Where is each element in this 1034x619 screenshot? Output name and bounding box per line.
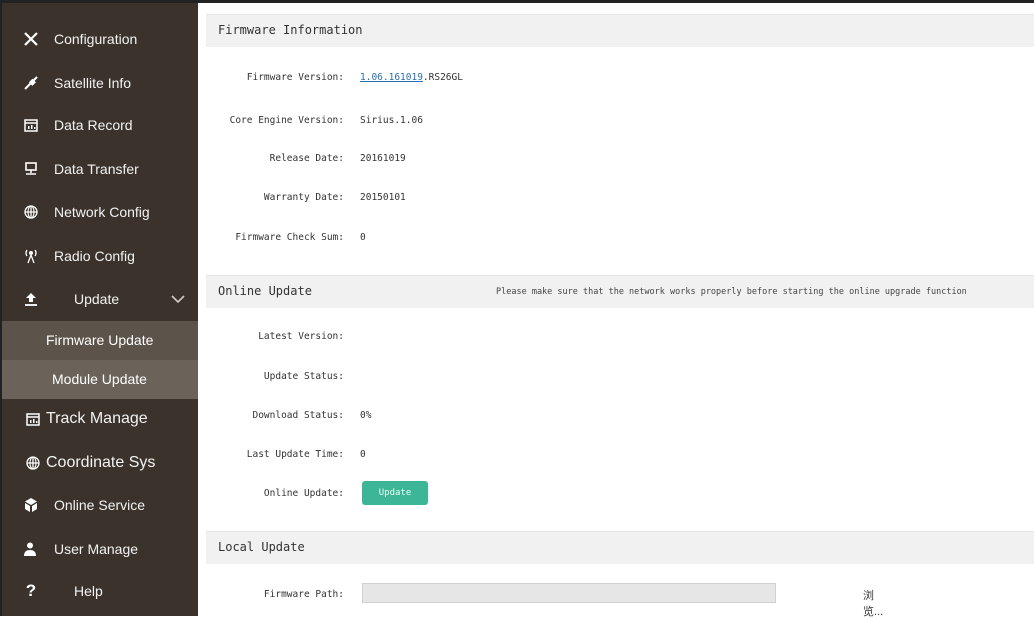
tools-icon (22, 30, 40, 48)
sidebar-item-track-manage[interactable]: Track Manage (2, 401, 198, 437)
update-row-last-update-time: Last Update Time: 0 (198, 445, 1034, 465)
cube-icon (22, 496, 40, 514)
update-submenu: Firmware Update Module Update (2, 321, 198, 399)
field-label: Firmware Version: (246, 72, 344, 83)
sidebar-item-label: Update (74, 291, 120, 307)
firmware-version-suffix: .RS26GL (422, 72, 463, 83)
info-row-check-sum: Firmware Check Sum: 0 (198, 228, 1034, 248)
field-label: Firmware Check Sum: (235, 232, 344, 243)
update-row-download-status: Download Status: 0% (198, 406, 1034, 426)
sidebar-item-user-manage[interactable]: User Manage (2, 531, 198, 567)
sidebar: Configuration Satellite Info Data Record… (2, 3, 198, 616)
submenu-item-firmware-update[interactable]: Firmware Update (2, 321, 198, 360)
info-row-warranty-date: Warranty Date: 20150101 (198, 188, 1034, 208)
field-value: 0% (360, 410, 372, 421)
sidebar-item-label: Data Transfer (54, 161, 139, 177)
update-row-latest-version: Latest Version: (198, 327, 1034, 347)
calendar-chart-icon (24, 410, 42, 428)
sidebar-item-label: Help (74, 583, 103, 599)
sidebar-item-update[interactable]: Update (2, 281, 198, 317)
local-update-header: Local Update (206, 531, 1034, 564)
sidebar-item-network-config[interactable]: Network Config (2, 194, 198, 230)
submenu-item-label: Firmware Update (46, 332, 154, 348)
online-update-header: Online Update Please make sure that the … (206, 275, 1034, 308)
sidebar-item-data-transfer[interactable]: Data Transfer (2, 151, 198, 187)
field-value: 1.06.161019.RS26GL (360, 72, 463, 83)
sidebar-item-configuration[interactable]: Configuration (2, 21, 198, 57)
field-label: Firmware Path: (263, 589, 344, 600)
sidebar-item-online-service[interactable]: Online Service (2, 487, 198, 523)
network-warning-note: Please make sure that the network works … (496, 287, 967, 297)
radio-tower-icon (22, 247, 40, 265)
field-value: 0 (360, 449, 366, 460)
network-monitor-icon (22, 160, 40, 178)
user-icon (22, 540, 40, 558)
update-row-update-status: Update Status: (198, 367, 1034, 387)
browse-button[interactable]: 浏览... (863, 587, 883, 619)
field-label: Core Engine Version: (229, 115, 344, 126)
update-row-online-update: Online Update: (198, 484, 1034, 504)
info-row-release-date: Release Date: 20161019 (198, 149, 1034, 169)
submenu-item-module-update[interactable]: Module Update (2, 360, 198, 399)
question-icon: ? (25, 581, 37, 600)
sidebar-item-label: Satellite Info (54, 75, 132, 91)
field-value: Sirius.1.06 (360, 115, 423, 126)
sidebar-item-data-record[interactable]: Data Record (2, 107, 198, 143)
field-value: 0 (360, 232, 366, 243)
info-row-firmware-version: Firmware Version: 1.06.161019.RS26GL (198, 68, 1034, 88)
calendar-chart-icon (22, 116, 40, 134)
section-title: Online Update (218, 284, 312, 298)
sidebar-item-label: Coordinate Sys (46, 454, 156, 471)
chevron-down-icon (170, 291, 186, 310)
sidebar-item-label: User Manage (54, 541, 139, 557)
field-label: Download Status: (252, 410, 344, 421)
sidebar-item-label: Data Record (54, 117, 133, 133)
sidebar-item-coordinate-sys[interactable]: Coordinate Sys (2, 445, 198, 481)
field-label: Online Update: (263, 488, 344, 499)
field-label: Update Status: (263, 371, 344, 382)
sidebar-item-label: Online Service (54, 497, 146, 513)
info-row-core-engine: Core Engine Version: Sirius.1.06 (198, 111, 1034, 131)
globe-icon (24, 454, 42, 472)
field-value: 20150101 (360, 192, 406, 203)
main-content: Firmware Information Firmware Version: 1… (198, 3, 1034, 618)
field-label: Warranty Date: (263, 192, 344, 203)
firmware-path-input[interactable]: 浏览... (362, 583, 883, 618)
firmware-info-header: Firmware Information (206, 14, 1034, 47)
sidebar-item-help[interactable]: ? Help (2, 573, 198, 609)
sidebar-item-label: Radio Config (54, 248, 135, 264)
field-value: 20161019 (360, 153, 406, 164)
field-label: Latest Version: (258, 331, 344, 342)
section-title: Local Update (218, 540, 305, 554)
upload-icon (22, 290, 40, 308)
section-title: Firmware Information (218, 23, 363, 37)
sidebar-item-satellite-info[interactable]: Satellite Info (2, 65, 198, 101)
field-label: Release Date: (269, 153, 344, 164)
update-button[interactable]: Update (362, 481, 428, 505)
sidebar-item-radio-config[interactable]: Radio Config (2, 238, 198, 274)
satellite-icon (22, 74, 40, 92)
firmware-version-link[interactable]: 1.06.161019 (360, 72, 423, 83)
field-label: Last Update Time: (246, 449, 344, 460)
submenu-item-label: Module Update (52, 371, 147, 387)
sidebar-item-label: Network Config (54, 204, 150, 220)
globe-icon (22, 203, 40, 221)
sidebar-item-label: Track Manage (46, 410, 148, 427)
sidebar-item-label: Configuration (54, 31, 138, 47)
